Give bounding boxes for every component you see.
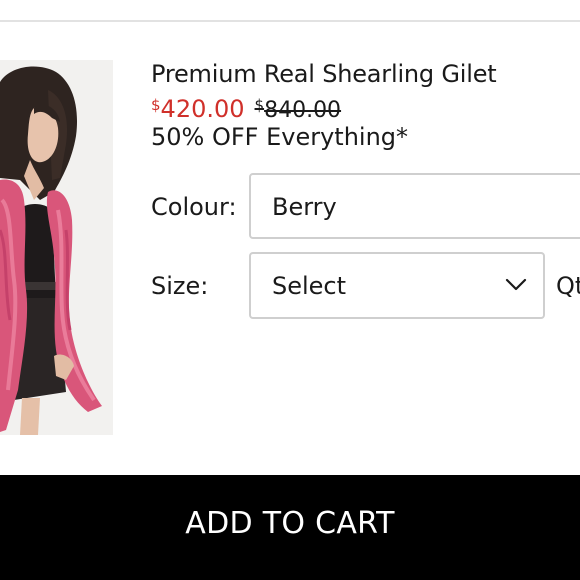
product-page: Premium Real Shearling Gilet $420.00 $840…	[0, 0, 580, 580]
qty-label: Qty	[556, 272, 580, 300]
colour-label: Colour:	[151, 193, 237, 221]
colour-value: Berry	[272, 193, 337, 221]
price-row: $420.00 $840.00	[151, 90, 341, 127]
promo-text: 50% OFF Everything*	[151, 123, 409, 151]
sale-price-amount: 420.00	[160, 95, 245, 123]
chevron-down-icon	[505, 278, 527, 291]
sale-price-currency: $	[151, 96, 161, 114]
size-value: Select	[272, 272, 347, 300]
original-price: $840.00	[254, 96, 342, 123]
size-label: Size:	[151, 272, 209, 300]
colour-field[interactable]: Berry	[249, 173, 580, 239]
add-to-cart-button[interactable]: ADD TO CART	[0, 475, 580, 580]
size-select[interactable]: Select	[249, 252, 545, 319]
product-title: Premium Real Shearling Gilet	[151, 60, 497, 88]
sale-price: $420.00	[151, 95, 245, 123]
top-divider	[0, 20, 580, 22]
product-image[interactable]	[0, 60, 113, 435]
original-price-currency: $	[254, 96, 265, 114]
original-price-amount: 840.00	[264, 98, 342, 123]
